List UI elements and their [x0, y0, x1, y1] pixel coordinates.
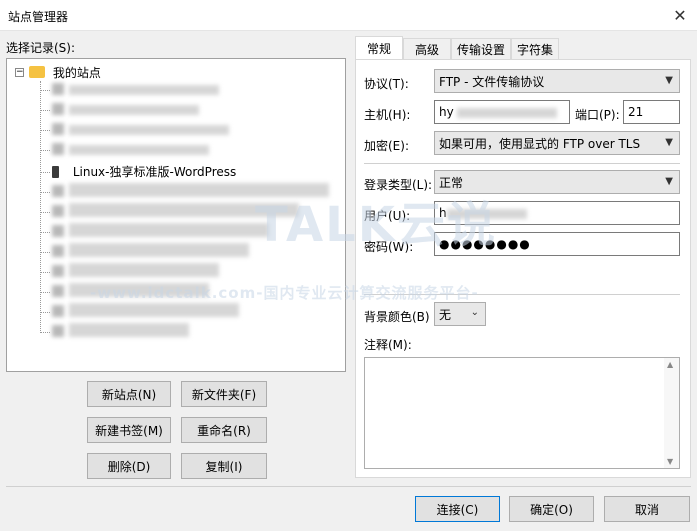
redacted-site[interactable]: [69, 263, 219, 277]
tab-transfer-settings[interactable]: 传输设置: [451, 38, 511, 60]
bgcolor-value: 无: [439, 307, 452, 322]
server-icon: [52, 166, 59, 178]
scroll-up-icon[interactable]: ▲: [667, 360, 673, 369]
watermark-brand: TALK云说: [255, 197, 497, 253]
notes-label: 注释(M):: [364, 338, 412, 352]
tree-connector: [40, 272, 50, 273]
folder-icon: [29, 66, 45, 78]
separator: [6, 486, 691, 487]
separator: [364, 163, 680, 164]
chevron-down-icon: ▼: [665, 176, 673, 187]
protocol-value: FTP - 文件传输协议: [439, 74, 545, 89]
rename-button[interactable]: 重命名(R): [181, 417, 267, 443]
host-value: hy: [439, 105, 454, 119]
redacted-host: [457, 108, 557, 118]
bgcolor-select[interactable]: 无 ⌄: [434, 302, 486, 326]
protocol-label: 协议(T):: [364, 77, 409, 91]
site-icon-hidden: [52, 103, 64, 115]
connect-button[interactable]: 连接(C): [415, 496, 500, 522]
tree-collapse-toggle[interactable]: −: [15, 68, 24, 77]
notes-scrollbar[interactable]: ▲ ▼: [664, 358, 679, 468]
redacted-site[interactable]: [69, 125, 229, 135]
site-icon-hidden: [52, 185, 64, 197]
new-site-button[interactable]: 新站点(N): [87, 381, 171, 407]
redacted-site[interactable]: [69, 303, 239, 317]
site-icon-hidden: [52, 205, 64, 217]
tree-connector: [40, 312, 50, 313]
port-input[interactable]: 21: [623, 100, 680, 124]
redacted-site[interactable]: [69, 85, 219, 95]
tree-connector: [40, 150, 50, 151]
tree-connector: [40, 212, 50, 213]
delete-button[interactable]: 删除(D): [87, 453, 171, 479]
tab-advanced[interactable]: 高级: [403, 38, 451, 60]
tree-item-selected[interactable]: Linux-独享标准版-WordPress: [52, 163, 236, 181]
host-input[interactable]: hy: [434, 100, 570, 124]
site-icon-hidden: [52, 143, 64, 155]
tree-connector: [40, 252, 50, 253]
site-icon-hidden: [52, 325, 64, 337]
redacted-site[interactable]: [69, 323, 189, 337]
scroll-down-icon[interactable]: ▼: [667, 457, 673, 466]
tree-line: [40, 81, 41, 333]
redacted-site[interactable]: [69, 145, 209, 155]
cancel-button[interactable]: 取消: [604, 496, 690, 522]
bgcolor-label: 背景颜色(B): [364, 310, 430, 324]
tab-charset[interactable]: 字符集: [511, 38, 559, 60]
ok-button[interactable]: 确定(O): [509, 496, 594, 522]
tree-connector: [40, 90, 50, 91]
redacted-site[interactable]: [69, 105, 199, 115]
new-folder-button[interactable]: 新文件夹(F): [181, 381, 267, 407]
site-icon-hidden: [52, 265, 64, 277]
close-icon[interactable]: ✕: [669, 4, 691, 26]
title-bar: 站点管理器 ✕: [0, 0, 697, 31]
tree-connector: [40, 110, 50, 111]
port-value: 21: [628, 105, 644, 119]
chevron-down-icon: ⌄: [470, 307, 479, 318]
site-icon-hidden: [52, 123, 64, 135]
site-icon-hidden: [52, 285, 64, 297]
window-title: 站点管理器: [8, 10, 69, 24]
tree-connector: [40, 130, 50, 131]
tree-connector: [40, 232, 50, 233]
site-icon-hidden: [52, 225, 64, 237]
site-icon-hidden: [52, 83, 64, 95]
tab-general[interactable]: 常规: [355, 36, 403, 60]
notes-textarea[interactable]: ▲ ▼: [364, 357, 680, 469]
tree-root[interactable]: 我的站点: [29, 64, 101, 82]
tree-connector: [40, 292, 50, 293]
copy-button[interactable]: 复制(I): [181, 453, 267, 479]
encryption-select[interactable]: 如果可用，使用显式的 FTP over TLS ▼: [434, 131, 680, 155]
redacted-site[interactable]: [69, 223, 269, 237]
watermark-url: -www.idctalk.com-国内专业云计算交流服务平台-: [90, 284, 479, 302]
host-label: 主机(H):: [364, 108, 411, 122]
chevron-down-icon: ▼: [665, 75, 673, 86]
site-icon-hidden: [52, 305, 64, 317]
chevron-down-icon: ▼: [665, 137, 673, 148]
redacted-site[interactable]: [69, 243, 249, 257]
tree-connector: [40, 172, 50, 173]
site-icon-hidden: [52, 245, 64, 257]
tree-label: 选择记录(S):: [6, 41, 76, 55]
new-bookmark-button[interactable]: 新建书签(M): [87, 417, 171, 443]
encryption-value: 如果可用，使用显式的 FTP over TLS: [439, 136, 641, 151]
protocol-select[interactable]: FTP - 文件传输协议 ▼: [434, 69, 680, 93]
tree-root-label: 我的站点: [52, 66, 101, 80]
tree-item-label: Linux-独享标准版-WordPress: [72, 165, 237, 179]
tree-connector: [40, 192, 50, 193]
encryption-label: 加密(E):: [364, 139, 409, 153]
port-label: 端口(P):: [575, 108, 620, 122]
tree-connector: [40, 332, 50, 333]
